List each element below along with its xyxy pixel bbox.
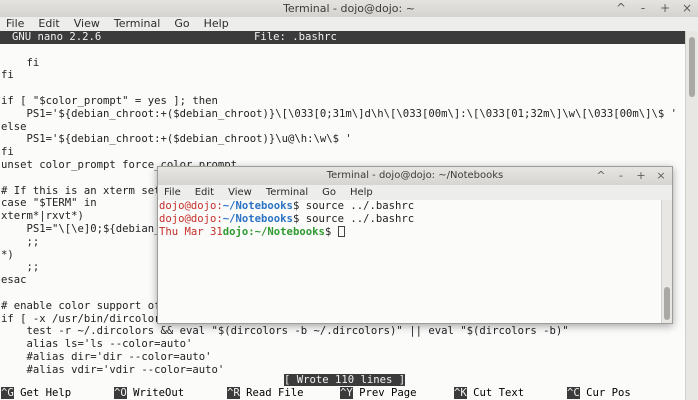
nano-version: GNU nano 2.2.6 (12, 31, 102, 43)
back-title-bar: Terminal - dojo@dojo: ~ ^ - + × (0, 0, 698, 18)
prompt-user: dojo: (222, 225, 255, 238)
menu-go[interactable]: Go (174, 17, 189, 31)
front-window-controls: ^ - + × (596, 167, 666, 185)
menu-terminal[interactable]: Terminal (266, 185, 308, 200)
shortcut-prev-page[interactable]: ^Y Prev Page (340, 387, 417, 400)
code-line: alias ls='ls --color=auto' (1, 338, 193, 351)
close-icon[interactable]: × (682, 0, 692, 17)
front-terminal-content[interactable]: dojo@dojo:~/Notebooks$ source ../.bashrc… (158, 200, 661, 323)
maximize-icon[interactable]: + (636, 167, 646, 185)
menu-help[interactable]: Help (350, 185, 373, 200)
menu-help[interactable]: Help (204, 17, 229, 31)
code-line: test -r ~/.dircolors && eval "$(dircolor… (1, 325, 569, 338)
menu-file[interactable]: File (6, 17, 24, 31)
nano-filename: File: .bashrc (254, 31, 337, 43)
prompt-user: dojo@dojo: (159, 212, 223, 225)
menu-view[interactable]: View (228, 185, 252, 200)
back-scrollbar-thumb[interactable] (689, 37, 695, 97)
code-line: fi (1, 146, 14, 159)
minimize-icon[interactable]: - (638, 0, 648, 17)
back-window-title: Terminal - dojo@dojo: ~ (283, 2, 415, 15)
front-window-title: Terminal - dojo@dojo: ~/Notebooks (326, 170, 504, 181)
shortcut-get-help[interactable]: ^G Get Help (1, 387, 71, 400)
menu-view[interactable]: View (74, 17, 100, 31)
terminal-line: dojo@dojo:~/Notebooks$ source ../.bashrc (158, 200, 661, 213)
menu-go[interactable]: Go (322, 185, 336, 200)
front-menu-bar: File Edit View Terminal Go Help (158, 185, 672, 200)
code-line: #alias dir='dir --color=auto' (1, 350, 212, 363)
shortcut-read-file[interactable]: ^R Read File (227, 387, 304, 400)
nano-header: GNU nano 2.2.6 File: .bashrc (0, 31, 686, 44)
shortcut-row: ^G Get Help ^O WriteOut ^R Read File ^Y … (0, 387, 686, 400)
front-terminal-window[interactable]: Terminal - dojo@dojo: ~/Notebooks ^ - + … (157, 166, 673, 324)
minimize-icon[interactable]: - (616, 167, 626, 185)
up-icon[interactable]: ^ (596, 167, 606, 185)
prompt-path: ~/Notebooks (222, 212, 293, 225)
menu-terminal[interactable]: Terminal (114, 17, 161, 31)
shortcut-cur-pos[interactable]: ^C Cur Pos (567, 387, 631, 400)
prompt-symbol: $ (324, 225, 338, 238)
prompt-user: dojo@dojo: (159, 200, 223, 212)
code-line: if [ "$color_prompt" = yes ]; then (1, 94, 218, 107)
front-scrollbar-thumb[interactable] (664, 287, 670, 320)
terminal-line: Thu Mar 31dojo:~/Notebooks$ (158, 225, 661, 239)
command-text: $ source ../.bashrc (292, 200, 415, 212)
front-title-bar[interactable]: Terminal - dojo@dojo: ~/Notebooks ^ - + … (158, 167, 672, 186)
menu-edit[interactable]: Edit (195, 185, 214, 200)
code-line: PS1='${debian_chroot:+($debian_chroot)}\… (1, 133, 352, 146)
code-line: PS1='${debian_chroot:+($debian_chroot)}\… (1, 107, 678, 120)
back-window-controls: ^ - + × (616, 0, 692, 17)
back-scrollbar[interactable] (685, 31, 698, 400)
code-line: fi (1, 69, 14, 82)
text-cursor (337, 225, 345, 237)
shortcut-cut-text[interactable]: ^K Cut Text (454, 387, 524, 400)
prompt-date: Thu Mar 31 (159, 225, 223, 238)
prompt-path: ~/Notebooks (254, 225, 325, 238)
terminal-line: dojo@dojo:~/Notebooks$ source ../.bashrc (158, 213, 661, 226)
front-scrollbar[interactable] (661, 200, 672, 323)
command-text: $ source ../.bashrc (292, 212, 415, 225)
maximize-icon[interactable]: + (660, 0, 670, 17)
shortcut-writeout[interactable]: ^O WriteOut (114, 387, 184, 400)
nano-shortcut-bar: ^G Get Help ^O WriteOut ^R Read File ^Y … (0, 374, 686, 400)
menu-edit[interactable]: Edit (38, 17, 59, 31)
code-line: else (1, 120, 27, 133)
back-menu-bar: File Edit View Terminal Go Help (0, 17, 698, 31)
prompt-path: ~/Notebooks (222, 200, 293, 212)
menu-file[interactable]: File (164, 185, 181, 200)
code-line: fi (1, 56, 40, 69)
close-icon[interactable]: × (656, 167, 666, 185)
up-icon[interactable]: ^ (616, 0, 626, 17)
